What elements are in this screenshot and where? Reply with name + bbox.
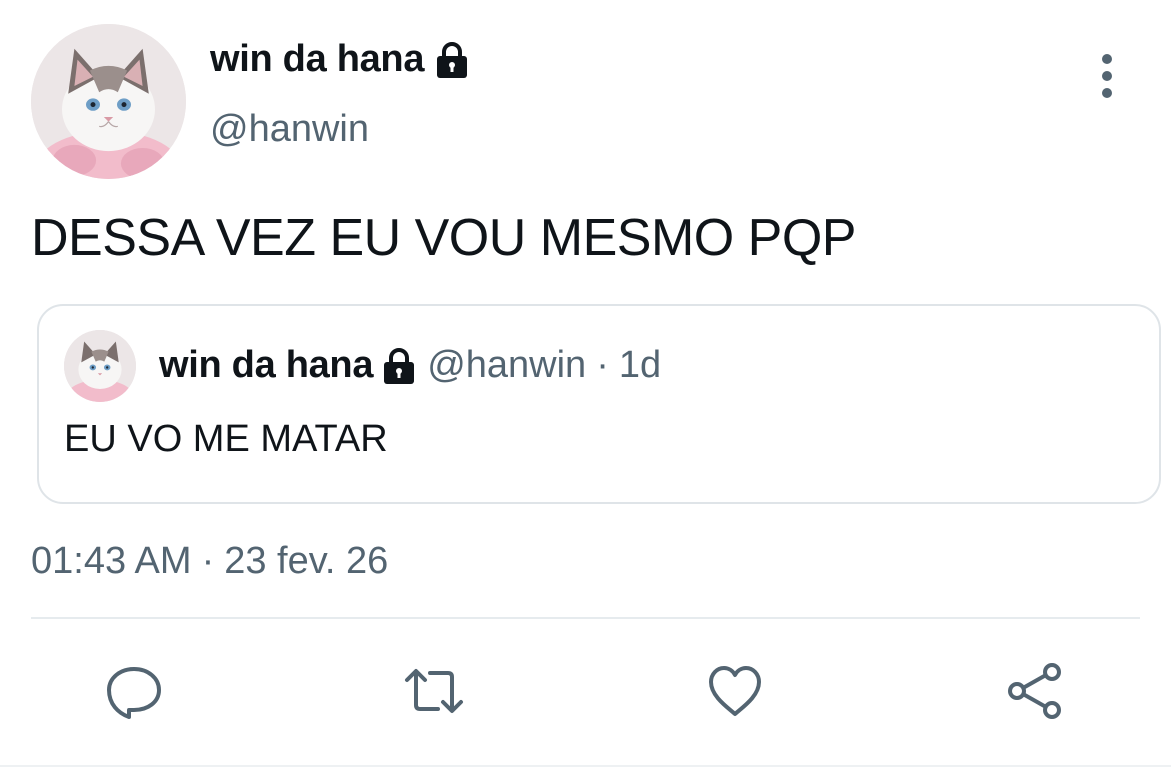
- cat-avatar-image: [64, 330, 136, 402]
- retweet-icon[interactable]: [404, 661, 464, 721]
- quoted-author-avatar[interactable]: [64, 330, 136, 402]
- cat-avatar-image: [31, 24, 186, 179]
- timestamp-time: 01:43 AM: [31, 540, 192, 582]
- reply-icon[interactable]: [104, 661, 164, 721]
- quoted-header: win da hana @hanwin · 1d: [159, 344, 661, 387]
- tweet-text: DESSA VEZ EU VOU MESMO PQP: [31, 209, 856, 267]
- author-name-row[interactable]: win da hana: [210, 38, 470, 81]
- timestamp-date: 23 fev. 26: [224, 540, 389, 582]
- more-vertical-icon[interactable]: [1090, 54, 1124, 98]
- lock-icon: [434, 41, 470, 79]
- author-avatar[interactable]: [31, 24, 186, 179]
- share-icon[interactable]: [1005, 661, 1065, 721]
- author-display-name[interactable]: win da hana: [210, 38, 424, 81]
- quoted-handle: @hanwin: [427, 344, 587, 386]
- author-handle[interactable]: @hanwin: [210, 108, 369, 151]
- quoted-text: EU VO ME MATAR: [64, 418, 388, 460]
- bottom-divider: [0, 765, 1171, 767]
- divider: [31, 617, 1140, 619]
- quoted-separator: ·: [596, 344, 609, 386]
- quoted-display-name: win da hana: [159, 344, 374, 386]
- quoted-tweet[interactable]: win da hana @hanwin · 1d EU VO ME MATAR: [37, 304, 1161, 504]
- lock-icon: [381, 347, 417, 385]
- quoted-time: 1d: [618, 344, 662, 386]
- like-icon[interactable]: [705, 661, 765, 721]
- tweet-timestamp[interactable]: 01:43 AM · 23 fev. 26: [31, 540, 388, 583]
- timestamp-separator: ·: [201, 540, 215, 582]
- tweet-detail: win da hana @hanwin DESSA VEZ EU VOU MES…: [0, 0, 1171, 783]
